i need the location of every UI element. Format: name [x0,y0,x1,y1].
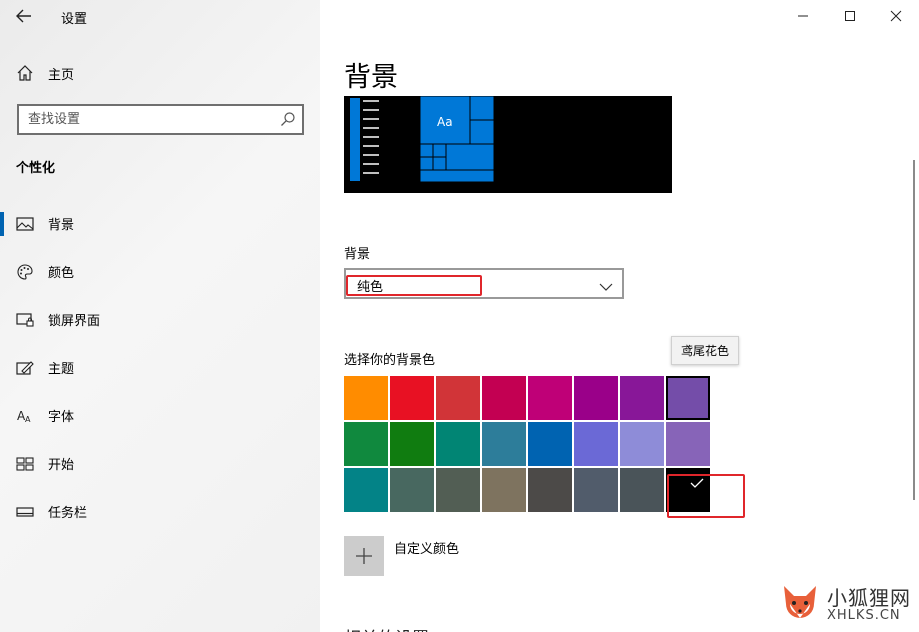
related-settings-heading: 相关的设置 [344,624,429,632]
home-icon [16,64,34,82]
taskbar-icon [16,503,34,521]
lock-screen-icon [16,311,34,329]
color-swatch[interactable] [390,468,434,512]
active-indicator [0,212,4,236]
sidebar-item-taskbar[interactable]: 任务栏 [0,494,320,530]
font-icon: AA [16,407,34,425]
color-swatch[interactable] [666,376,710,420]
maximize-button[interactable] [827,0,873,32]
close-icon [890,10,902,22]
sidebar-item-label: 主题 [48,362,75,377]
sidebar-item-label: 字体 [48,410,75,425]
back-arrow-icon[interactable] [14,6,34,26]
picture-icon [16,215,34,233]
sidebar-item-label: 颜色 [48,266,75,281]
swatch-tooltip: 鸢尾花色 [671,336,740,365]
watermark-title: 小狐狸网 [827,586,911,610]
sidebar-item-label: 任务栏 [48,506,88,521]
fox-logo-icon [784,586,816,618]
minimize-button[interactable] [780,0,826,32]
color-swatch[interactable] [436,376,480,420]
color-swatch[interactable] [482,422,526,466]
section-title: 个性化 [16,161,56,176]
color-swatch[interactable] [620,468,664,512]
color-swatch[interactable] [528,376,572,420]
sidebar-item-start[interactable]: 开始 [0,446,320,482]
chevron-down-icon [599,278,613,291]
color-swatch[interactable] [574,468,618,512]
color-swatch[interactable] [344,376,388,420]
color-swatch[interactable] [436,422,480,466]
color-swatch[interactable] [666,422,710,466]
color-swatch[interactable] [390,422,434,466]
sidebar-item-background[interactable]: 背景 [0,206,320,242]
color-swatch[interactable] [344,422,388,466]
watermark: 小狐狸网 XHLKS.CN [778,578,918,632]
color-swatch[interactable] [344,468,388,512]
maximize-icon [845,11,855,21]
color-swatch[interactable] [482,468,526,512]
search-icon[interactable] [280,111,296,127]
color-swatch[interactable] [528,468,572,512]
sidebar-item-colors[interactable]: 颜色 [0,254,320,290]
color-swatch[interactable] [574,422,618,466]
sidebar: 设置 主页 个性化 背景 颜色 锁屏界面 主题 [0,0,320,632]
color-swatch[interactable] [482,376,526,420]
background-label: 背景 [344,247,371,262]
sidebar-item-themes[interactable]: 主题 [0,350,320,386]
color-swatch[interactable] [620,422,664,466]
plus-icon [356,548,372,564]
minimize-icon [798,15,808,17]
color-swatch[interactable] [390,376,434,420]
preview-tile-text: Aa [437,115,453,129]
custom-color-label: 自定义颜色 [394,542,460,557]
close-button[interactable] [873,0,919,32]
color-swatch[interactable] [574,376,618,420]
highlight-box-dropdown [346,275,482,296]
checkmark-icon [690,474,704,488]
search-box[interactable] [17,104,304,135]
svg-text:A: A [25,415,31,424]
sidebar-item-label: 背景 [48,218,75,233]
app-title: 设置 [61,12,88,27]
color-picker-label: 选择你的背景色 [344,353,436,368]
nav-home-label: 主页 [48,68,75,83]
color-swatch[interactable] [436,468,480,512]
sidebar-item-fonts[interactable]: AA 字体 [0,398,320,434]
nav-home[interactable]: 主页 [0,58,320,88]
search-input[interactable] [19,106,259,133]
sidebar-item-label: 锁屏界面 [48,314,101,329]
sidebar-item-lock-screen[interactable]: 锁屏界面 [0,302,320,338]
page-title: 背景 [344,62,398,93]
sidebar-item-label: 开始 [48,458,75,473]
start-icon [16,455,34,473]
scrollbar[interactable] [913,160,915,500]
highlight-box-swatch [667,474,745,518]
color-swatch[interactable] [620,376,664,420]
watermark-url: XHLKS.CN [827,608,901,623]
start-menu-preview: Aa [350,96,495,183]
palette-icon [16,263,34,281]
add-custom-color-button[interactable] [344,536,384,576]
theme-icon [16,359,34,377]
color-swatch[interactable] [528,422,572,466]
background-preview: Aa [344,96,672,193]
